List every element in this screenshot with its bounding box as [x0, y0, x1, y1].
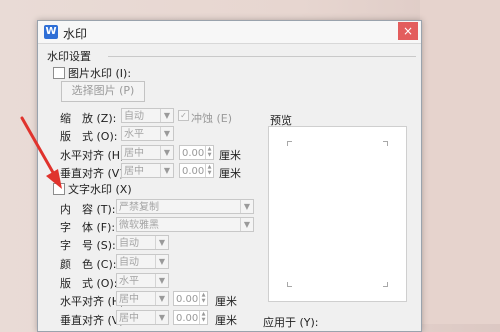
annotation-arrow: [20, 116, 62, 189]
arrow-shaft: [20, 116, 57, 178]
arrow-head-icon: [46, 169, 62, 189]
